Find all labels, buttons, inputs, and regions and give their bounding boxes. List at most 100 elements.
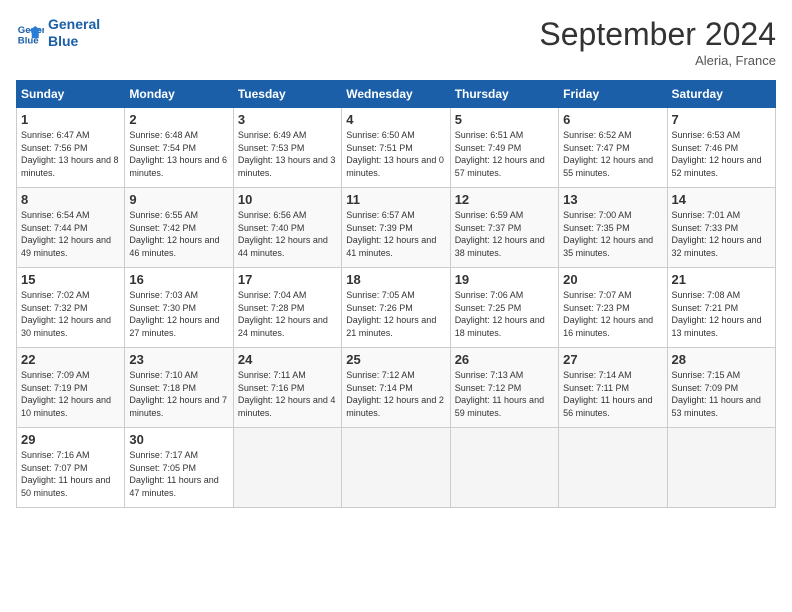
day-info: Sunrise: 7:10 AM Sunset: 7:18 PM Dayligh… — [129, 369, 228, 419]
day-info: Sunrise: 6:57 AM Sunset: 7:39 PM Dayligh… — [346, 209, 445, 259]
day-cell: 3 Sunrise: 6:49 AM Sunset: 7:53 PM Dayli… — [233, 108, 341, 188]
logo-icon: General Blue — [16, 19, 44, 47]
day-number: 26 — [455, 352, 554, 367]
day-cell: 28 Sunrise: 7:15 AM Sunset: 7:09 PM Dayl… — [667, 348, 775, 428]
day-info: Sunrise: 6:48 AM Sunset: 7:54 PM Dayligh… — [129, 129, 228, 179]
day-info: Sunrise: 6:52 AM Sunset: 7:47 PM Dayligh… — [563, 129, 662, 179]
day-cell: 12 Sunrise: 6:59 AM Sunset: 7:37 PM Dayl… — [450, 188, 558, 268]
col-tuesday: Tuesday — [233, 81, 341, 108]
day-number: 22 — [21, 352, 120, 367]
day-info: Sunrise: 7:07 AM Sunset: 7:23 PM Dayligh… — [563, 289, 662, 339]
day-info: Sunrise: 7:16 AM Sunset: 7:07 PM Dayligh… — [21, 449, 120, 499]
day-number: 8 — [21, 192, 120, 207]
day-cell: 16 Sunrise: 7:03 AM Sunset: 7:30 PM Dayl… — [125, 268, 233, 348]
day-info: Sunrise: 7:00 AM Sunset: 7:35 PM Dayligh… — [563, 209, 662, 259]
day-info: Sunrise: 6:59 AM Sunset: 7:37 PM Dayligh… — [455, 209, 554, 259]
week-row-1: 1 Sunrise: 6:47 AM Sunset: 7:56 PM Dayli… — [17, 108, 776, 188]
day-number: 25 — [346, 352, 445, 367]
day-number: 20 — [563, 272, 662, 287]
day-info: Sunrise: 6:55 AM Sunset: 7:42 PM Dayligh… — [129, 209, 228, 259]
logo-general: General — [48, 16, 100, 33]
calendar-body: 1 Sunrise: 6:47 AM Sunset: 7:56 PM Dayli… — [17, 108, 776, 508]
day-info: Sunrise: 7:04 AM Sunset: 7:28 PM Dayligh… — [238, 289, 337, 339]
day-number: 27 — [563, 352, 662, 367]
day-number: 4 — [346, 112, 445, 127]
day-cell: 20 Sunrise: 7:07 AM Sunset: 7:23 PM Dayl… — [559, 268, 667, 348]
day-number: 21 — [672, 272, 771, 287]
col-friday: Friday — [559, 81, 667, 108]
day-cell: 18 Sunrise: 7:05 AM Sunset: 7:26 PM Dayl… — [342, 268, 450, 348]
day-number: 9 — [129, 192, 228, 207]
day-cell — [450, 428, 558, 508]
day-number: 2 — [129, 112, 228, 127]
day-cell: 2 Sunrise: 6:48 AM Sunset: 7:54 PM Dayli… — [125, 108, 233, 188]
day-number: 13 — [563, 192, 662, 207]
month-title: September 2024 — [539, 16, 776, 53]
day-info: Sunrise: 7:17 AM Sunset: 7:05 PM Dayligh… — [129, 449, 228, 499]
day-cell: 29 Sunrise: 7:16 AM Sunset: 7:07 PM Dayl… — [17, 428, 125, 508]
day-cell: 26 Sunrise: 7:13 AM Sunset: 7:12 PM Dayl… — [450, 348, 558, 428]
day-info: Sunrise: 6:47 AM Sunset: 7:56 PM Dayligh… — [21, 129, 120, 179]
day-info: Sunrise: 6:53 AM Sunset: 7:46 PM Dayligh… — [672, 129, 771, 179]
day-cell: 15 Sunrise: 7:02 AM Sunset: 7:32 PM Dayl… — [17, 268, 125, 348]
col-wednesday: Wednesday — [342, 81, 450, 108]
day-number: 15 — [21, 272, 120, 287]
day-cell: 10 Sunrise: 6:56 AM Sunset: 7:40 PM Dayl… — [233, 188, 341, 268]
day-number: 5 — [455, 112, 554, 127]
day-number: 17 — [238, 272, 337, 287]
logo: General Blue General Blue — [16, 16, 100, 50]
week-row-3: 15 Sunrise: 7:02 AM Sunset: 7:32 PM Dayl… — [17, 268, 776, 348]
day-number: 6 — [563, 112, 662, 127]
col-monday: Monday — [125, 81, 233, 108]
day-number: 14 — [672, 192, 771, 207]
week-row-4: 22 Sunrise: 7:09 AM Sunset: 7:19 PM Dayl… — [17, 348, 776, 428]
day-info: Sunrise: 7:08 AM Sunset: 7:21 PM Dayligh… — [672, 289, 771, 339]
day-cell: 17 Sunrise: 7:04 AM Sunset: 7:28 PM Dayl… — [233, 268, 341, 348]
day-cell — [667, 428, 775, 508]
day-cell: 23 Sunrise: 7:10 AM Sunset: 7:18 PM Dayl… — [125, 348, 233, 428]
col-saturday: Saturday — [667, 81, 775, 108]
day-number: 12 — [455, 192, 554, 207]
day-cell: 11 Sunrise: 6:57 AM Sunset: 7:39 PM Dayl… — [342, 188, 450, 268]
day-number: 24 — [238, 352, 337, 367]
day-cell: 9 Sunrise: 6:55 AM Sunset: 7:42 PM Dayli… — [125, 188, 233, 268]
day-cell — [233, 428, 341, 508]
day-info: Sunrise: 7:05 AM Sunset: 7:26 PM Dayligh… — [346, 289, 445, 339]
day-info: Sunrise: 7:03 AM Sunset: 7:30 PM Dayligh… — [129, 289, 228, 339]
day-cell: 13 Sunrise: 7:00 AM Sunset: 7:35 PM Dayl… — [559, 188, 667, 268]
col-sunday: Sunday — [17, 81, 125, 108]
page-header: General Blue General Blue September 2024… — [16, 16, 776, 68]
col-thursday: Thursday — [450, 81, 558, 108]
day-info: Sunrise: 6:51 AM Sunset: 7:49 PM Dayligh… — [455, 129, 554, 179]
day-number: 28 — [672, 352, 771, 367]
day-cell: 25 Sunrise: 7:12 AM Sunset: 7:14 PM Dayl… — [342, 348, 450, 428]
day-number: 11 — [346, 192, 445, 207]
day-cell: 21 Sunrise: 7:08 AM Sunset: 7:21 PM Dayl… — [667, 268, 775, 348]
day-cell: 24 Sunrise: 7:11 AM Sunset: 7:16 PM Dayl… — [233, 348, 341, 428]
location: Aleria, France — [539, 53, 776, 68]
day-cell — [342, 428, 450, 508]
day-cell: 1 Sunrise: 6:47 AM Sunset: 7:56 PM Dayli… — [17, 108, 125, 188]
day-cell: 5 Sunrise: 6:51 AM Sunset: 7:49 PM Dayli… — [450, 108, 558, 188]
day-cell: 4 Sunrise: 6:50 AM Sunset: 7:51 PM Dayli… — [342, 108, 450, 188]
day-cell: 7 Sunrise: 6:53 AM Sunset: 7:46 PM Dayli… — [667, 108, 775, 188]
day-cell: 8 Sunrise: 6:54 AM Sunset: 7:44 PM Dayli… — [17, 188, 125, 268]
day-number: 7 — [672, 112, 771, 127]
day-info: Sunrise: 7:01 AM Sunset: 7:33 PM Dayligh… — [672, 209, 771, 259]
day-number: 3 — [238, 112, 337, 127]
day-cell: 27 Sunrise: 7:14 AM Sunset: 7:11 PM Dayl… — [559, 348, 667, 428]
day-cell: 22 Sunrise: 7:09 AM Sunset: 7:19 PM Dayl… — [17, 348, 125, 428]
day-number: 10 — [238, 192, 337, 207]
calendar-table: SundayMondayTuesdayWednesdayThursdayFrid… — [16, 80, 776, 508]
day-info: Sunrise: 7:13 AM Sunset: 7:12 PM Dayligh… — [455, 369, 554, 419]
day-number: 18 — [346, 272, 445, 287]
day-number: 23 — [129, 352, 228, 367]
day-info: Sunrise: 7:06 AM Sunset: 7:25 PM Dayligh… — [455, 289, 554, 339]
day-info: Sunrise: 6:54 AM Sunset: 7:44 PM Dayligh… — [21, 209, 120, 259]
day-info: Sunrise: 7:02 AM Sunset: 7:32 PM Dayligh… — [21, 289, 120, 339]
day-info: Sunrise: 7:14 AM Sunset: 7:11 PM Dayligh… — [563, 369, 662, 419]
week-row-5: 29 Sunrise: 7:16 AM Sunset: 7:07 PM Dayl… — [17, 428, 776, 508]
day-number: 16 — [129, 272, 228, 287]
day-cell: 6 Sunrise: 6:52 AM Sunset: 7:47 PM Dayli… — [559, 108, 667, 188]
day-cell: 14 Sunrise: 7:01 AM Sunset: 7:33 PM Dayl… — [667, 188, 775, 268]
